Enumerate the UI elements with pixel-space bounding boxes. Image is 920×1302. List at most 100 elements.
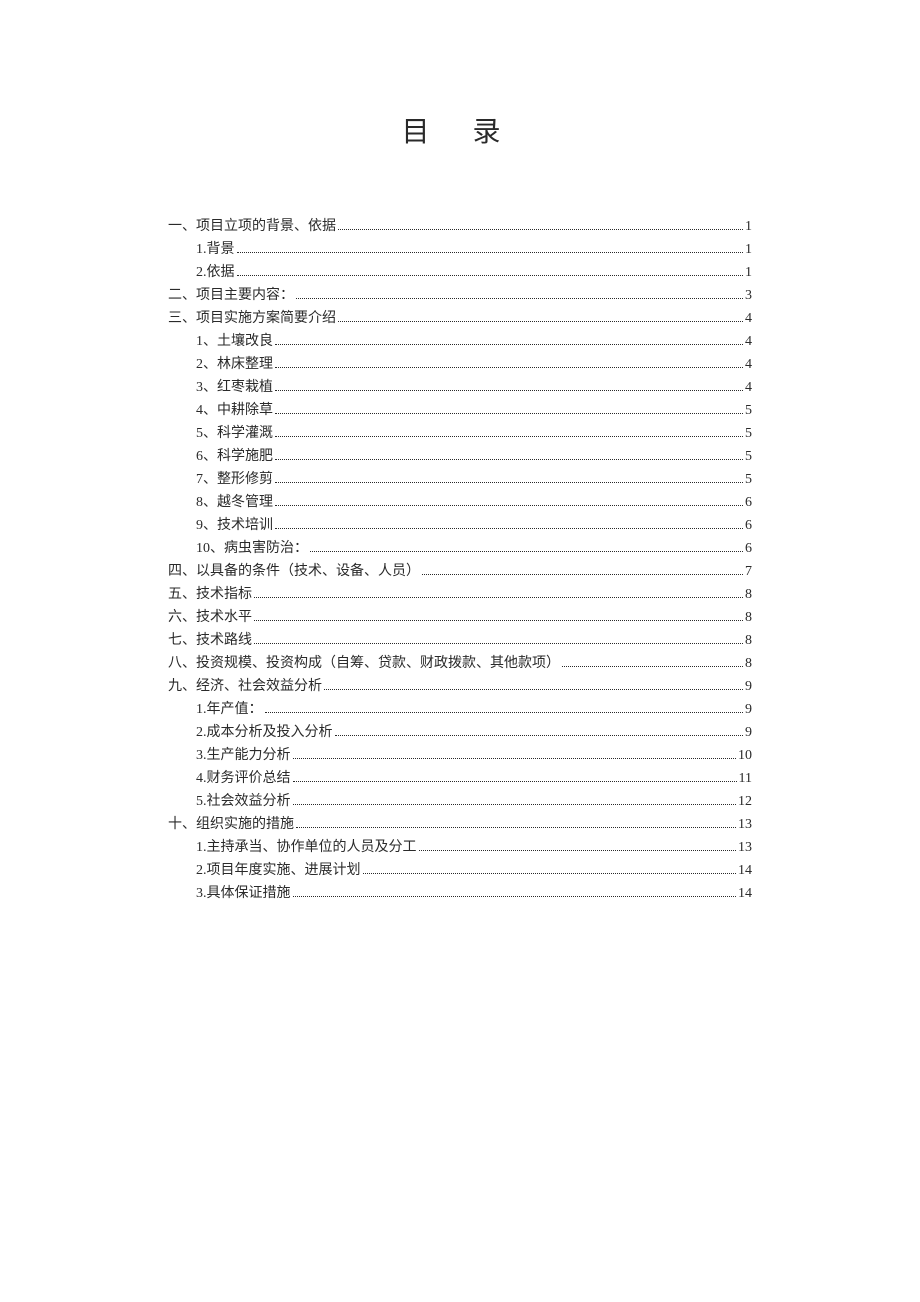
toc-leader-dots [293,803,737,805]
toc-entry-page: 1 [745,266,752,280]
toc-leader-dots [237,251,744,253]
toc-entry-label: 四、以具备的条件（技术、设备、人员） [168,565,420,579]
toc-entry-label: 1.主持承当、协作单位的人员及分工 [196,841,417,855]
toc-entry-label: 4.财务评价总结 [196,772,291,786]
toc-entry-label: 5、科学灌溉 [196,427,273,441]
toc-entry-label: 2、林床整理 [196,358,273,372]
toc-entry-page: 8 [745,611,752,625]
toc-entry-page: 11 [739,772,752,786]
toc-leader-dots [275,504,743,506]
toc-leader-dots [293,780,737,782]
toc-leader-dots [310,550,743,552]
toc-entry-page: 8 [745,588,752,602]
toc-entry-page: 8 [745,657,752,671]
toc-entry-label: 3.生产能力分析 [196,749,291,763]
toc-entry: 十、组织实施的措施 13 [168,818,752,832]
toc-entry: 九、经济、社会效益分析9 [168,680,752,694]
toc-leader-dots [254,619,743,621]
toc-entry: 6、科学施肥5 [168,450,752,464]
table-of-contents: 一、项目立项的背景、依据11.背景12.依据1二、项目主要内容：3三、项目实施方… [168,220,752,901]
toc-leader-dots [275,481,743,483]
toc-leader-dots [335,734,744,736]
toc-entry: 五、技术指标 8 [168,588,752,602]
toc-entry-label: 2.项目年度实施、进展计划 [196,864,361,878]
toc-entry: 1、土壤改良4 [168,335,752,349]
toc-entry: 三、项目实施方案简要介绍4 [168,312,752,326]
toc-entry-page: 12 [738,795,752,809]
toc-entry-label: 1.背景 [196,243,235,257]
document-page: 目 录 一、项目立项的背景、依据11.背景12.依据1二、项目主要内容：3三、项… [0,0,920,1010]
toc-entry-page: 5 [745,404,752,418]
toc-entry: 9、技术培训6 [168,519,752,533]
toc-leader-dots [338,320,743,322]
toc-entry: 六、技术水平 8 [168,611,752,625]
toc-entry-page: 13 [738,818,752,832]
toc-entry-page: 7 [745,565,752,579]
toc-leader-dots [293,757,737,759]
toc-entry-label: 4、中耕除草 [196,404,273,418]
toc-leader-dots [275,343,743,345]
toc-entry-page: 4 [745,358,752,372]
toc-entry-page: 5 [745,450,752,464]
toc-leader-dots [363,872,737,874]
toc-entry-page: 9 [745,726,752,740]
toc-entry: 7、整形修剪 5 [168,473,752,487]
toc-entry: 八、投资规模、投资构成（自筹、贷款、财政拨款、其他款项）8 [168,657,752,671]
toc-leader-dots [237,274,744,276]
toc-entry: 2.成本分析及投入分析 9 [168,726,752,740]
toc-entry: 3、红枣栽植 4 [168,381,752,395]
toc-entry-page: 14 [738,864,752,878]
toc-leader-dots [254,642,743,644]
toc-leader-dots [265,711,744,713]
toc-entry: 10、病虫害防治： 6 [168,542,752,556]
toc-entry-page: 9 [745,680,752,694]
toc-leader-dots [324,688,743,690]
toc-entry-label: 十、组织实施的措施 [168,818,294,832]
toc-entry: 4.财务评价总结 11 [168,772,752,786]
toc-entry-page: 6 [745,542,752,556]
toc-entry-label: 五、技术指标 [168,588,252,602]
toc-leader-dots [275,458,743,460]
page-title: 目 录 [168,110,752,150]
toc-entry-page: 4 [745,381,752,395]
toc-entry-page: 4 [745,335,752,349]
toc-entry-label: 8、越冬管理 [196,496,273,510]
toc-leader-dots [275,366,743,368]
toc-entry-label: 3、红枣栽植 [196,381,273,395]
toc-entry-page: 5 [745,427,752,441]
toc-entry: 1.背景 1 [168,243,752,257]
toc-entry-page: 5 [745,473,752,487]
toc-entry: 二、项目主要内容： 3 [168,289,752,303]
toc-entry-label: 2.成本分析及投入分析 [196,726,333,740]
toc-entry-label: 10、病虫害防治： [196,542,308,556]
toc-leader-dots [275,527,743,529]
toc-entry-page: 13 [738,841,752,855]
toc-entry-page: 3 [745,289,752,303]
toc-entry-page: 14 [738,887,752,901]
toc-entry-page: 6 [745,519,752,533]
toc-leader-dots [296,297,743,299]
toc-entry: 1.主持承当、协作单位的人员及分工 13 [168,841,752,855]
toc-entry-label: 六、技术水平 [168,611,252,625]
toc-entry: 2、林床整理 4 [168,358,752,372]
toc-entry: 四、以具备的条件（技术、设备、人员） 7 [168,565,752,579]
toc-entry-label: 三、项目实施方案简要介绍 [168,312,336,326]
toc-leader-dots [254,596,743,598]
toc-leader-dots [275,435,743,437]
toc-entry-page: 6 [745,496,752,510]
toc-entry: 8、越冬管理 6 [168,496,752,510]
toc-leader-dots [275,389,743,391]
toc-entry-label: 7、整形修剪 [196,473,273,487]
toc-leader-dots [275,412,743,414]
toc-leader-dots [419,849,737,851]
toc-entry-label: 七、技术路线 [168,634,252,648]
toc-entry: 1.年产值：9 [168,703,752,717]
toc-entry: 2.依据 1 [168,266,752,280]
toc-leader-dots [293,895,737,897]
toc-entry-label: 一、项目立项的背景、依据 [168,220,336,234]
toc-leader-dots [338,228,743,230]
toc-entry-label: 2.依据 [196,266,235,280]
toc-entry-page: 1 [745,243,752,257]
toc-entry-label: 二、项目主要内容： [168,289,294,303]
toc-entry: 3.具体保证措施14 [168,887,752,901]
